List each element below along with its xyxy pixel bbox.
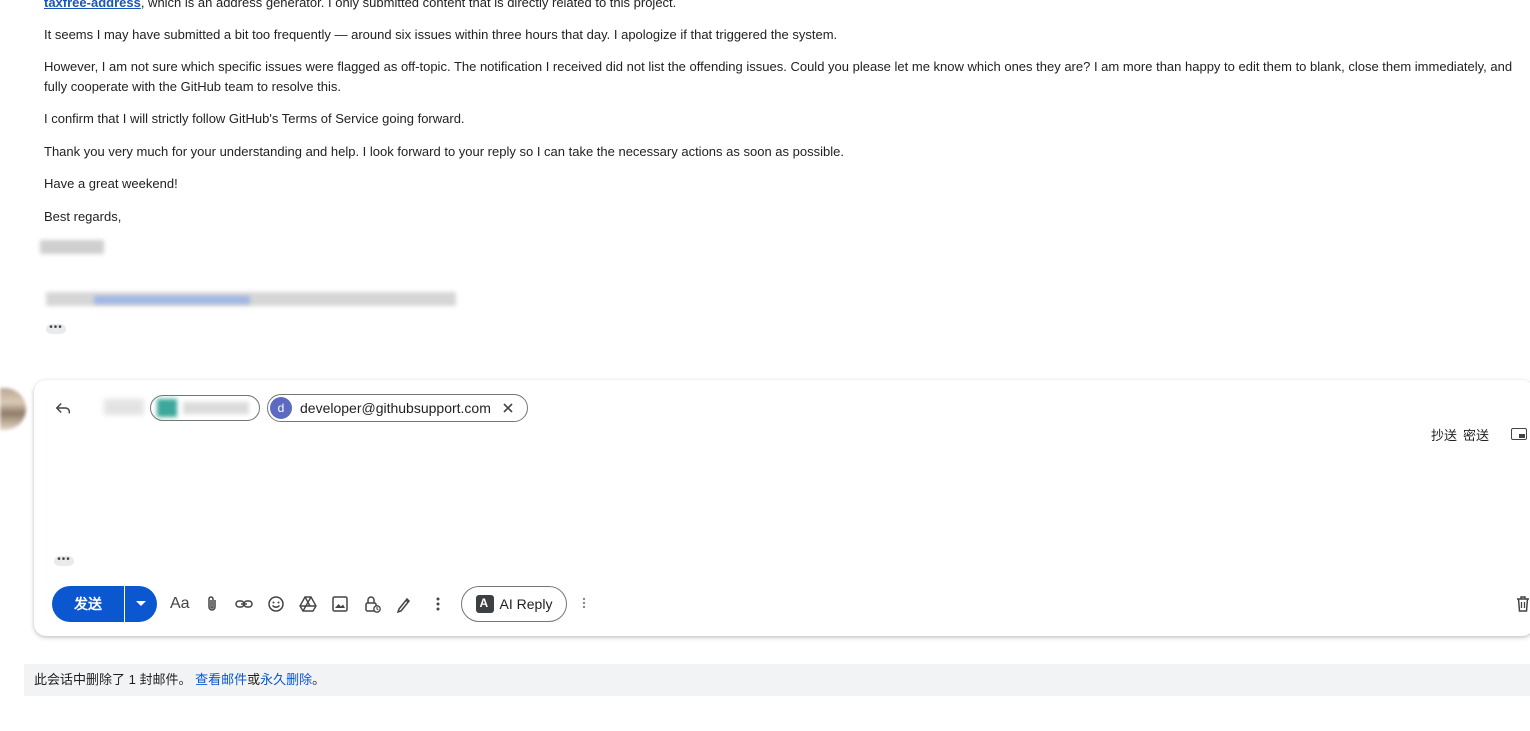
redacted-signature-link (94, 296, 250, 304)
redacted-recipient-chip[interactable] (150, 395, 260, 421)
view-message-link[interactable]: 查看邮件 (195, 672, 247, 687)
ai-reply-icon (475, 595, 494, 613)
show-quoted-text-button[interactable]: ••• (46, 323, 66, 334)
cc-bcc-links: 抄送 密送 (1431, 425, 1495, 444)
redacted-signature-name (40, 240, 104, 254)
ai-reply-label: AI Reply (499, 596, 553, 612)
emoji-icon[interactable] (266, 594, 286, 614)
recipient-avatar: d (270, 397, 292, 419)
more-options-icon[interactable] (428, 594, 448, 614)
avatar (0, 388, 26, 430)
email-paragraph-2: However, I am not sure which specific is… (44, 59, 1513, 94)
ai-reply-button[interactable]: AI Reply (461, 586, 567, 622)
popout-icon[interactable] (1511, 428, 1527, 440)
reply-icon[interactable] (54, 399, 72, 417)
repo-link[interactable]: taxfree-address (44, 0, 141, 10)
email-paragraph-3: I confirm that I will strictly follow Gi… (44, 111, 465, 126)
cc-link[interactable]: 抄送 (1431, 428, 1457, 443)
recipient-chip[interactable]: d developer@githubsupport.com (267, 394, 528, 422)
photo-icon[interactable] (330, 594, 350, 614)
recipient-email: developer@githubsupport.com (300, 400, 491, 416)
email-paragraph-4: Thank you very much for your understandi… (44, 144, 844, 159)
attach-icon[interactable] (202, 594, 222, 614)
format-text-icon[interactable]: Aa (170, 594, 190, 614)
compose-toolbar: 发送 Aa AI Reply (52, 586, 1530, 622)
redacted-recipient-label (104, 399, 144, 415)
email-line-0: taxfree-address, which is an address gen… (44, 0, 676, 13)
send-options-button[interactable] (125, 586, 157, 622)
show-trimmed-content-button[interactable]: ••• (54, 555, 74, 566)
send-button[interactable]: 发送 (52, 586, 124, 622)
remove-recipient-icon[interactable] (501, 401, 515, 415)
drive-icon[interactable] (298, 594, 318, 614)
email-paragraph-5: Have a great weekend! (44, 176, 178, 191)
confidential-icon[interactable] (362, 594, 382, 614)
email-paragraph-6: Best regards, (44, 209, 122, 224)
bcc-link[interactable]: 密送 (1463, 428, 1489, 443)
link-icon[interactable] (234, 594, 254, 614)
more-vert-icon[interactable] (574, 594, 594, 614)
reply-compose: d developer@githubsupport.com 抄送 密送 ••• 发… (34, 380, 1530, 636)
deleted-message-notice: 此会话中删除了 1 封邮件。 查看邮件或永久删除。 (24, 664, 1530, 696)
email-paragraph-1: It seems I may have submitted a bit too … (44, 27, 838, 42)
trash-icon[interactable] (1513, 594, 1530, 614)
delete-forever-link[interactable]: 永久删除 (260, 672, 312, 687)
signature-icon[interactable] (394, 594, 414, 614)
